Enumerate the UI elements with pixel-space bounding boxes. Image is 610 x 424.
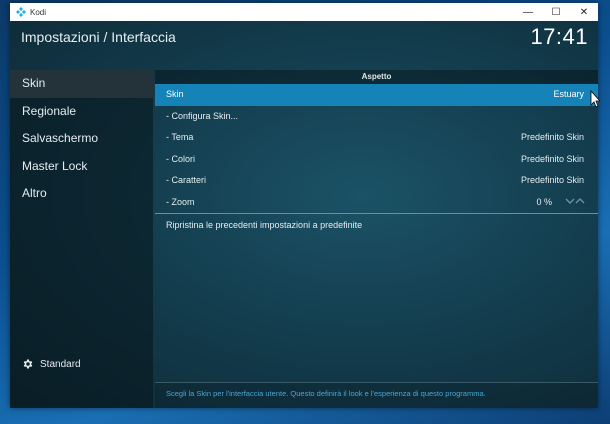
reset-settings-button[interactable]: Ripristina le precedenti impostazioni a …: [155, 214, 598, 236]
sidebar-item-regionale[interactable]: Regionale: [10, 98, 153, 126]
clock: 17:41: [530, 24, 588, 49]
kodi-window: Kodi — ☐ ✕ Impostazioni / Interfaccia 17…: [10, 3, 598, 408]
setting-label: - Colori: [166, 153, 196, 164]
setting-caratteri[interactable]: - Caratteri Predefinito Skin: [155, 170, 598, 192]
sidebar-item-salvaschermo[interactable]: Salvaschermo: [10, 125, 153, 153]
sidebar-item-master-lock[interactable]: Master Lock: [10, 153, 153, 181]
gear-icon: [23, 359, 33, 369]
chevron-down-icon[interactable]: [565, 197, 575, 205]
window-title: Kodi: [30, 7, 47, 17]
close-button[interactable]: ✕: [570, 3, 598, 21]
setting-label: - Tema: [166, 132, 194, 142]
setting-configura-skin[interactable]: - Configura Skin...: [155, 106, 598, 128]
setting-tema[interactable]: - Tema Predefinito Skin: [155, 127, 598, 149]
setting-label: - Configura Skin...: [166, 110, 239, 121]
mouse-cursor-icon: [590, 90, 600, 108]
setting-value: Estuary: [553, 89, 584, 99]
window-titlebar[interactable]: Kodi — ☐ ✕: [10, 3, 598, 21]
settings-level-button[interactable]: Standard: [22, 358, 81, 370]
zoom-spinner[interactable]: [565, 192, 585, 214]
page-title: Impostazioni / Interfaccia: [21, 29, 176, 45]
sidebar-item-skin[interactable]: Skin: [10, 70, 153, 98]
minimize-button[interactable]: —: [514, 3, 542, 21]
setting-zoom[interactable]: - Zoom 0 %: [155, 192, 598, 214]
sidebar-item-altro[interactable]: Altro: [10, 180, 153, 208]
setting-colori[interactable]: - Colori Predefinito Skin: [155, 149, 598, 171]
setting-value: Predefinito Skin: [520, 132, 584, 142]
setting-skin[interactable]: Skin Estuary: [155, 84, 598, 106]
setting-label: Skin: [166, 89, 184, 99]
setting-label: - Caratteri: [166, 175, 207, 185]
kodi-icon: [16, 7, 26, 17]
setting-value: Predefinito Skin: [520, 153, 584, 164]
help-text: Scegli la Skin per l'interfaccia utente.…: [155, 382, 598, 408]
setting-value: Predefinito Skin: [520, 175, 584, 185]
setting-value: 0 %: [536, 196, 552, 207]
settings-level-label: Standard: [40, 358, 81, 370]
kodi-content: Impostazioni / Interfaccia 17:41 Skin Re…: [10, 21, 598, 408]
maximize-button[interactable]: ☐: [542, 3, 570, 21]
chevron-up-icon[interactable]: [575, 197, 585, 205]
sidebar: Skin Regionale Salvaschermo Master Lock …: [10, 70, 153, 408]
setting-label: - Zoom: [166, 196, 195, 207]
settings-panel: Aspetto Skin Estuary - Configura Skin...…: [155, 70, 598, 408]
section-title: Aspetto: [155, 70, 598, 84]
